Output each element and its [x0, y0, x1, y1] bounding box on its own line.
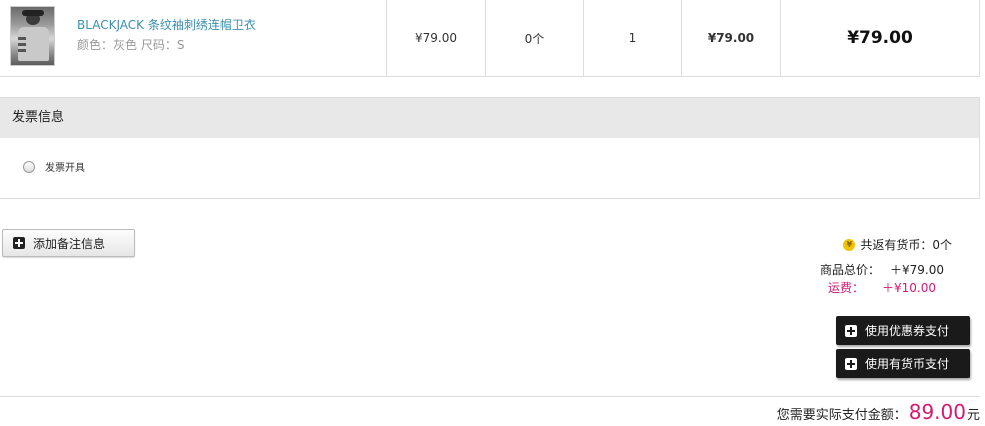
invoice-option[interactable]: 发票开具	[23, 159, 85, 174]
payment-unit: 元	[966, 408, 980, 423]
thumbnail-hat	[22, 10, 44, 16]
shipping-value: ＋¥10.00	[882, 281, 936, 295]
goods-total-label: 商品总价：	[820, 263, 881, 277]
shipping-row: 运费： ＋¥10.00	[820, 279, 936, 296]
invoice-heading: 发票信息	[0, 97, 979, 138]
coins-return: ¥ 共返有货币：0个	[843, 236, 952, 253]
payment-amount: 您需要实际支付金额： 89.00 元	[777, 400, 980, 424]
product-thumbnail[interactable]	[10, 6, 55, 66]
use-coin-label: 使用有货币支付	[865, 357, 950, 371]
use-coupon-button[interactable]: 使用优惠券支付	[836, 316, 970, 345]
order-total: ¥79.00	[847, 28, 913, 48]
shipping-label: 运费：	[827, 281, 864, 295]
plus-icon	[845, 324, 857, 337]
product-info-cell: BLACKJACK 条纹袖刺绣连帽卫衣 颜色：灰色 尺码：S	[0, 0, 387, 76]
use-coupon-label: 使用优惠券支付	[865, 324, 950, 338]
product-subtotal: ¥79.00	[682, 0, 781, 76]
plus-icon	[13, 237, 25, 249]
invoice-option-label: 发票开具	[45, 163, 85, 174]
coin-icon: ¥	[843, 238, 856, 251]
thumbnail-stripe	[18, 43, 26, 46]
product-attributes: 颜色：灰色 尺码：S	[77, 38, 185, 52]
coins-return-text: 共返有货币：0个	[860, 238, 952, 252]
payment-label: 您需要实际支付金额：	[776, 408, 907, 423]
thumbnail-stripe	[18, 37, 26, 40]
invoice-section: 发票信息 发票开具	[0, 97, 980, 199]
divider	[0, 396, 980, 397]
goods-total-row: 商品总价： ＋¥79.00	[820, 261, 944, 278]
thumbnail-stripe	[18, 49, 26, 52]
product-coins: 0个	[486, 0, 584, 76]
add-remark-button[interactable]: 添加备注信息	[2, 229, 135, 257]
use-coin-button[interactable]: 使用有货币支付	[836, 349, 970, 378]
plus-icon	[845, 357, 857, 370]
goods-total-value: ＋¥79.00	[890, 263, 944, 277]
payment-value: 89.00	[908, 400, 966, 424]
product-unit-price: ¥79.00	[387, 0, 486, 76]
product-title-link[interactable]: BLACKJACK 条纹袖刺绣连帽卫衣	[77, 16, 256, 33]
cart-product-row: BLACKJACK 条纹袖刺绣连帽卫衣 颜色：灰色 尺码：S ¥79.00 0个…	[0, 0, 980, 77]
add-remark-label: 添加备注信息	[33, 236, 106, 251]
product-quantity: 1	[584, 0, 682, 76]
invoice-radio[interactable]	[23, 160, 35, 173]
